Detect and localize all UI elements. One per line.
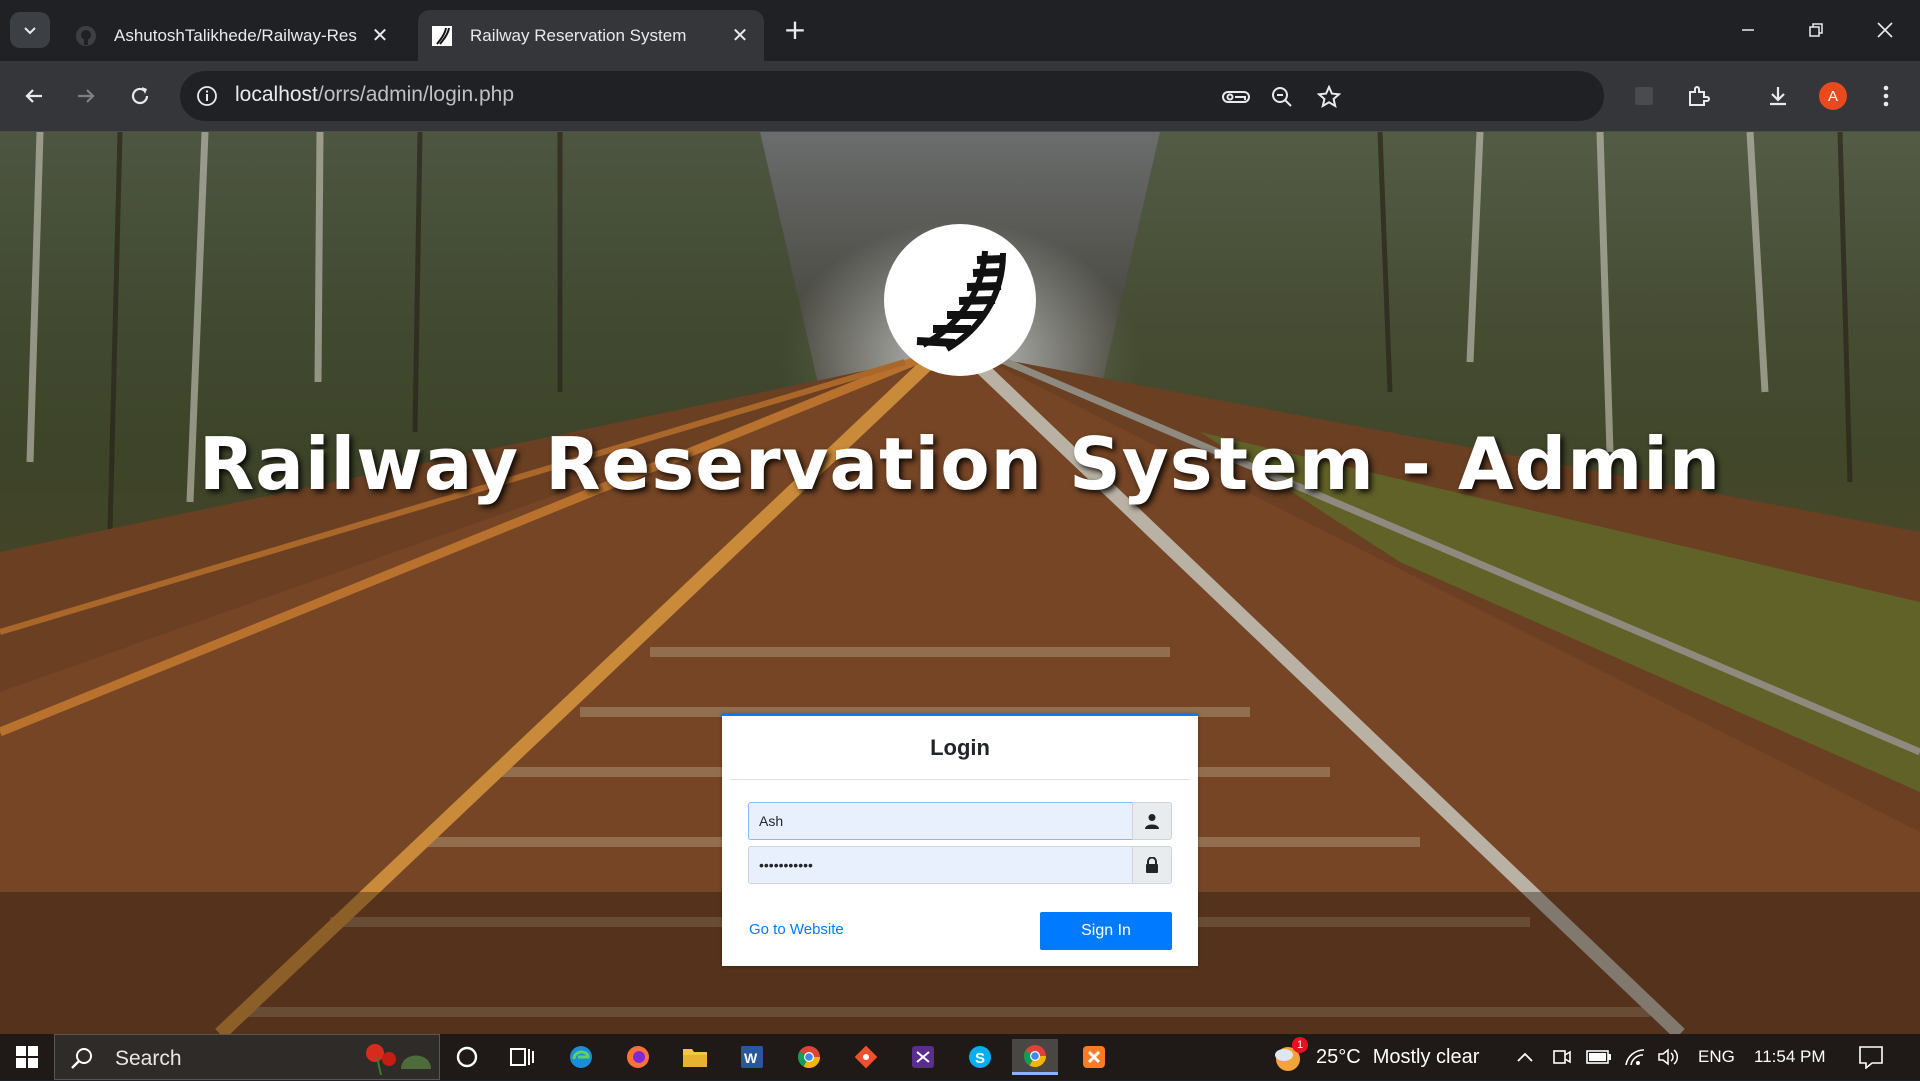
address-bar[interactable]: localhost/orrs/admin/login.php: [180, 71, 1604, 121]
download-icon[interactable]: [1760, 78, 1796, 114]
lock-icon: [1132, 846, 1172, 884]
tab-github[interactable]: AshutoshTalikhede/Railway-Res ✕: [62, 10, 404, 61]
task-view-icon[interactable]: [502, 1039, 542, 1075]
battery-icon[interactable]: [1586, 1034, 1612, 1080]
close-icon[interactable]: ✕: [366, 22, 394, 50]
taskbar-search-label: Search: [115, 1047, 182, 1070]
weather-badge: 1: [1292, 1037, 1308, 1053]
kebab-menu-icon[interactable]: [1868, 78, 1904, 114]
word-icon[interactable]: W: [732, 1039, 772, 1075]
file-explorer-icon[interactable]: [675, 1039, 715, 1075]
cortana-icon[interactable]: [447, 1039, 487, 1075]
site-info-icon[interactable]: [194, 83, 220, 109]
windows-taskbar: Search W S 1 25°C Mostly clear ENG 11:54…: [0, 1034, 1920, 1080]
firefox-icon[interactable]: [618, 1039, 658, 1075]
extension-icon[interactable]: [1626, 78, 1662, 114]
reload-icon[interactable]: [122, 78, 158, 114]
back-arrow-icon[interactable]: [16, 78, 52, 114]
page-title: Railway Reservation System - Admin: [198, 422, 1722, 506]
window-close-icon[interactable]: [1860, 10, 1910, 50]
git-icon[interactable]: [846, 1039, 886, 1075]
browser-toolbar: localhost/orrs/admin/login.php A: [0, 61, 1920, 132]
weather-temperature: 25°C: [1316, 1045, 1361, 1068]
chrome-active-icon[interactable]: [1012, 1039, 1058, 1075]
railway-track-logo-icon: [916, 250, 1006, 352]
url-path: /orrs/admin/login.php: [317, 83, 514, 106]
visual-studio-icon[interactable]: [903, 1039, 943, 1075]
show-hidden-icons-chevron-icon[interactable]: [1516, 1034, 1534, 1080]
railway-favicon: [430, 24, 454, 48]
notification-center-icon[interactable]: [1858, 1034, 1884, 1080]
url-host: localhost: [235, 83, 318, 106]
login-card: Login Go to Website Sign In: [722, 713, 1198, 966]
github-icon: [74, 24, 98, 48]
go-to-website-link[interactable]: Go to Website: [749, 921, 844, 938]
url-text: localhost/orrs/admin/login.php: [235, 83, 514, 107]
browser-tabstrip: AshutoshTalikhede/Railway-Res ✕ Railway …: [0, 0, 1920, 61]
clock-time[interactable]: 11:54 PM: [1754, 1034, 1826, 1080]
poppy-helmet-icon: [361, 1039, 433, 1081]
xampp-icon[interactable]: [1074, 1039, 1114, 1075]
password-input[interactable]: [748, 846, 1132, 884]
taskbar-search-box[interactable]: Search: [54, 1034, 440, 1080]
windows-start-icon[interactable]: [0, 1034, 54, 1080]
weather-condition: Mostly clear: [1372, 1045, 1480, 1068]
password-key-icon[interactable]: [1222, 83, 1250, 111]
user-icon: [1132, 802, 1172, 840]
tab-railway[interactable]: Railway Reservation System ✕: [418, 10, 764, 61]
tab-search-button[interactable]: [10, 12, 50, 48]
tab-title: Railway Reservation System: [470, 25, 687, 45]
svg-text:W: W: [744, 1050, 758, 1066]
restore-icon[interactable]: [1791, 10, 1841, 50]
meet-now-icon[interactable]: [1552, 1034, 1572, 1080]
chrome-icon[interactable]: [789, 1039, 829, 1075]
new-tab-plus-icon[interactable]: +: [780, 13, 810, 46]
forward-arrow-icon[interactable]: [68, 78, 104, 114]
edge-icon[interactable]: [561, 1039, 601, 1075]
minimize-icon[interactable]: [1723, 10, 1773, 50]
password-group: [748, 846, 1172, 884]
weather-widget[interactable]: 1 25°C Mostly clear: [1270, 1034, 1479, 1080]
zoom-icon[interactable]: [1268, 83, 1296, 111]
weather-moon-cloud-icon: 1: [1270, 1037, 1308, 1075]
volume-icon[interactable]: [1657, 1034, 1681, 1080]
tab-title: AshutoshTalikhede/Railway-Res: [114, 25, 357, 45]
wifi-icon[interactable]: [1624, 1034, 1646, 1080]
username-input[interactable]: [748, 802, 1132, 840]
skype-icon[interactable]: S: [960, 1039, 1000, 1075]
page-viewport: Railway Reservation System - Admin Login…: [0, 132, 1920, 1034]
sign-in-button[interactable]: Sign In: [1040, 912, 1172, 950]
input-language[interactable]: ENG: [1698, 1034, 1735, 1080]
close-icon[interactable]: ✕: [726, 22, 754, 50]
extensions-puzzle-icon[interactable]: [1680, 78, 1716, 114]
svg-text:S: S: [975, 1050, 985, 1067]
chevron-down-icon: [24, 27, 36, 35]
search-icon: [69, 1045, 95, 1075]
profile-avatar[interactable]: A: [1819, 82, 1847, 110]
username-group: [748, 802, 1172, 840]
bookmark-star-icon[interactable]: [1315, 83, 1343, 111]
railway-logo: [884, 224, 1036, 376]
login-heading: Login: [730, 716, 1190, 780]
